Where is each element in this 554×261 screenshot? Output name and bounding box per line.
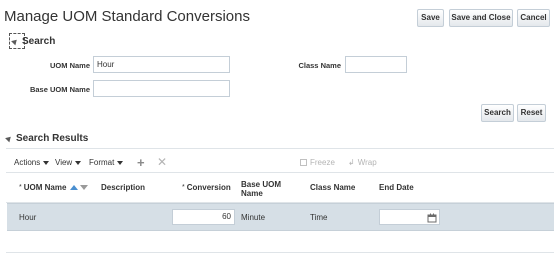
col-conversion-label: Conversion bbox=[186, 183, 231, 192]
search-button[interactable]: Search bbox=[481, 104, 514, 122]
search-heading: Search bbox=[22, 36, 56, 47]
expand-triangle-icon bbox=[5, 134, 13, 143]
view-menu[interactable]: View bbox=[55, 158, 82, 167]
freeze-button[interactable]: Freeze bbox=[300, 158, 335, 167]
save-button[interactable]: Save bbox=[417, 9, 444, 27]
col-conversion[interactable]: * Conversion bbox=[182, 183, 231, 192]
cancel-button[interactable]: Cancel bbox=[517, 9, 550, 27]
freeze-label: Freeze bbox=[310, 158, 335, 167]
format-menu[interactable]: Format bbox=[89, 158, 124, 167]
search-section-toggle[interactable]: Search bbox=[11, 36, 56, 47]
toolbar-divider bbox=[6, 172, 554, 173]
conversion-input[interactable]: 60 bbox=[172, 209, 235, 225]
col-class-name[interactable]: Class Name bbox=[310, 183, 355, 192]
view-menu-label: View bbox=[55, 158, 73, 167]
wrap-icon: ↲ bbox=[348, 158, 355, 167]
sort-ascending-icon[interactable] bbox=[70, 185, 79, 191]
chevron-down-icon bbox=[43, 160, 50, 165]
search-results-heading: Search Results bbox=[16, 133, 89, 144]
x-icon[interactable]: ✕ bbox=[157, 155, 167, 169]
class-name-label: Class Name bbox=[298, 61, 341, 70]
format-menu-label: Format bbox=[89, 158, 115, 167]
cell-uom-name: Hour bbox=[19, 213, 37, 222]
uom-name-label: UOM Name bbox=[49, 61, 90, 70]
actions-menu[interactable]: Actions bbox=[14, 158, 50, 167]
required-asterisk: * bbox=[182, 184, 185, 191]
table-row[interactable] bbox=[7, 203, 554, 231]
cell-base-uom-name: Minute bbox=[241, 213, 266, 222]
calendar-icon[interactable] bbox=[427, 210, 437, 223]
col-uom-name-label: UOM Name bbox=[23, 183, 67, 192]
actions-menu-label: Actions bbox=[14, 158, 41, 167]
col-base-uom-name[interactable]: Base UOM Name bbox=[241, 180, 293, 198]
freeze-icon bbox=[300, 159, 307, 167]
base-uom-name-label: Base UOM Name bbox=[29, 85, 90, 94]
plus-icon[interactable]: + bbox=[137, 155, 145, 170]
chevron-down-icon bbox=[117, 160, 124, 165]
class-name-input[interactable] bbox=[345, 56, 407, 73]
uom-name-input[interactable] bbox=[93, 56, 230, 73]
results-divider bbox=[6, 148, 554, 149]
col-description[interactable]: Description bbox=[101, 183, 145, 192]
sort-descending-icon[interactable] bbox=[80, 185, 89, 191]
search-results-toggle[interactable]: Search Results bbox=[5, 133, 89, 144]
table-bottom-divider bbox=[6, 252, 554, 253]
chevron-down-icon bbox=[75, 160, 82, 165]
col-uom-name[interactable]: * UOM Name bbox=[19, 183, 89, 192]
col-end-date[interactable]: End Date bbox=[379, 183, 414, 192]
required-asterisk: * bbox=[19, 184, 22, 191]
wrap-label: Wrap bbox=[357, 158, 377, 167]
cell-class-name: Time bbox=[310, 213, 328, 222]
expand-triangle-icon bbox=[11, 37, 19, 46]
reset-button[interactable]: Reset bbox=[517, 104, 546, 122]
manage-uom-page: Manage UOM Standard Conversions Save Sav… bbox=[0, 0, 554, 261]
base-uom-name-input[interactable] bbox=[93, 80, 230, 97]
page-title: Manage UOM Standard Conversions bbox=[4, 8, 250, 25]
save-and-close-button[interactable]: Save and Close bbox=[449, 9, 513, 27]
wrap-button[interactable]: ↲ Wrap bbox=[348, 158, 377, 167]
